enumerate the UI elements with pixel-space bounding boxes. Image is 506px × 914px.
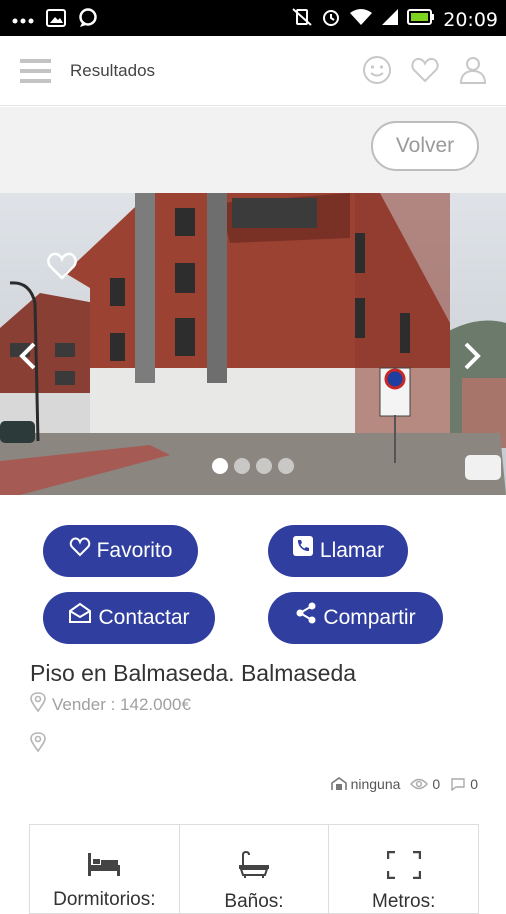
chat-icon <box>78 8 98 33</box>
expand-icon <box>386 850 421 885</box>
bed-icon <box>87 851 121 883</box>
gallery-dots <box>212 458 294 474</box>
status-time: 20:09 <box>443 8 498 31</box>
price-text: Vender : 142.000€ <box>52 694 191 714</box>
listing-title: Piso en Balmaseda. Balmaseda <box>30 660 357 686</box>
share-label: Compartir <box>323 606 416 629</box>
image-icon <box>46 9 66 32</box>
listing-meta: ninguna 0 0 <box>330 776 478 792</box>
more-dots-icon <box>12 12 34 30</box>
menu-icon[interactable] <box>20 58 52 84</box>
vibrate-off-icon <box>291 7 313 32</box>
chevron-right-icon[interactable] <box>462 341 482 376</box>
favorite-button[interactable]: Favorito <box>43 525 198 577</box>
heart-icon[interactable] <box>410 55 440 90</box>
envelope-icon <box>68 592 92 644</box>
location-pin-icon <box>30 692 46 717</box>
status-bar: 20:09 <box>0 0 506 36</box>
eye-icon <box>410 778 429 790</box>
toolbar-strip: Volver <box>0 107 506 193</box>
bathtub-icon <box>238 850 270 885</box>
phone-icon <box>292 525 314 577</box>
chevron-left-icon[interactable] <box>18 341 38 376</box>
gallery-dot[interactable] <box>256 458 272 474</box>
features-grid: Dormitorios: Baños: Metros: <box>29 824 479 914</box>
heart-outline-icon <box>69 525 91 577</box>
feature-label: Baños: <box>224 891 284 912</box>
location-pin-icon <box>30 732 46 757</box>
contact-button[interactable]: Contactar <box>43 592 215 644</box>
feature-label: Metros: <box>372 891 436 912</box>
call-label: Llamar <box>319 539 385 562</box>
battery-icon <box>407 9 435 30</box>
smiley-icon[interactable] <box>362 55 392 90</box>
comments-value: 0 <box>470 776 478 792</box>
feature-label: Dormitorios: <box>53 889 156 910</box>
gallery-dot[interactable] <box>234 458 250 474</box>
alarm-icon <box>321 7 341 32</box>
signal-icon <box>381 8 399 31</box>
share-button[interactable]: Compartir <box>268 592 443 644</box>
user-icon[interactable] <box>458 55 488 90</box>
app-bar: Resultados <box>0 36 506 106</box>
price-line: Vender : 142.000€ <box>30 692 191 717</box>
wifi-icon <box>349 8 373 31</box>
photo-gallery[interactable] <box>0 193 506 495</box>
views-count: 0 <box>410 776 440 792</box>
share-icon <box>295 592 317 644</box>
comment-icon <box>450 777 466 791</box>
property-photo <box>0 193 506 495</box>
favorite-label: Favorito <box>96 539 173 562</box>
favorite-heart-outline-icon[interactable] <box>46 251 78 286</box>
energy-rating: ninguna <box>330 776 401 792</box>
gallery-dot-active[interactable] <box>212 458 228 474</box>
page-title: Resultados <box>70 61 156 80</box>
back-button[interactable]: Volver <box>371 121 479 171</box>
contact-label: Contactar <box>98 606 190 629</box>
comments-count: 0 <box>450 776 478 792</box>
action-buttons: Favorito Llamar Contactar Compartir <box>0 525 506 645</box>
energy-icon <box>330 777 347 791</box>
call-button[interactable]: Llamar <box>268 525 408 577</box>
gallery-dot[interactable] <box>278 458 294 474</box>
energy-value: ninguna <box>350 776 401 792</box>
views-value: 0 <box>432 776 441 792</box>
